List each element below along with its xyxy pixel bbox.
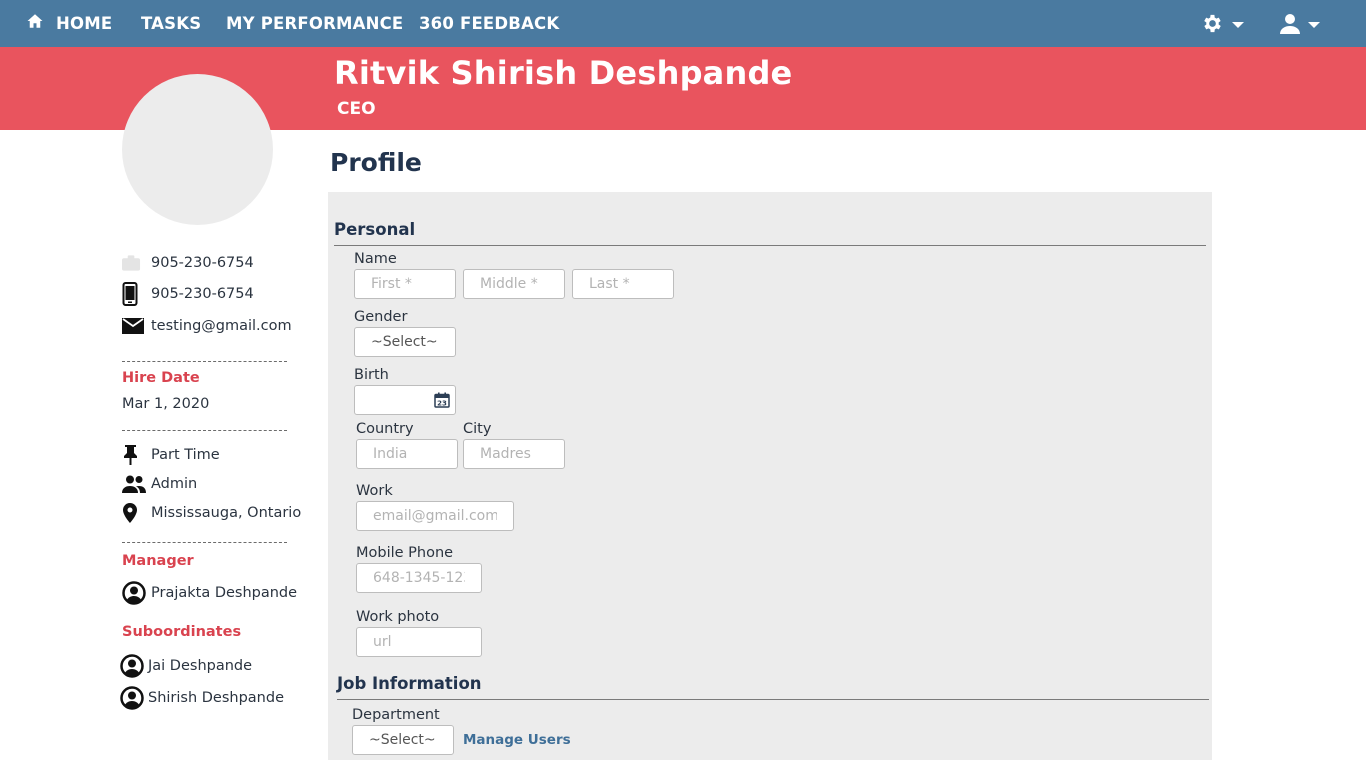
gender-select[interactable]: ~Select~ <box>354 327 456 357</box>
account-circle-icon <box>120 654 144 678</box>
employee-title: CEO <box>337 99 376 119</box>
work-email-label: Work <box>356 483 393 499</box>
mail-icon <box>122 318 144 334</box>
subordinate-row[interactable]: Jai Deshpande <box>120 654 252 678</box>
subordinate-name[interactable]: Shirish Deshpande <box>148 690 284 706</box>
chevron-down-icon <box>1308 22 1320 28</box>
mobile-phone-label: Mobile Phone <box>356 545 454 561</box>
page-title: Profile <box>330 148 422 177</box>
work-photo-label: Work photo <box>356 609 440 625</box>
top-nav: HOME TASKS MY PERFORMANCE 360 FEEDBACK <box>0 0 1366 47</box>
role-row: Admin <box>122 472 197 496</box>
subordinate-row[interactable]: Shirish Deshpande <box>120 686 284 710</box>
middle-name-input[interactable] <box>463 269 565 299</box>
mobile-phone-input[interactable] <box>356 563 482 593</box>
name-label: Name <box>354 251 397 267</box>
nav-home[interactable]: HOME <box>56 0 112 47</box>
gender-label: Gender <box>354 309 408 325</box>
location-pin-icon <box>123 503 137 523</box>
nav-tasks[interactable]: TASKS <box>141 0 201 47</box>
divider <box>122 430 287 431</box>
divider <box>122 361 287 362</box>
svg-text:23: 23 <box>437 400 447 408</box>
employment-type-row: Part Time <box>122 443 220 467</box>
email-row: testing@gmail.com <box>122 314 292 338</box>
location-row: Mississauga, Ontario <box>122 501 301 525</box>
account-circle-icon <box>122 581 146 605</box>
department-label: Department <box>352 707 440 723</box>
work-phone: 905-230-6754 <box>151 255 254 271</box>
job-section-heading: Job Information <box>337 674 482 693</box>
manager-name[interactable]: Prajakta Deshpande <box>151 585 297 601</box>
pin-icon <box>124 445 137 465</box>
birth-label: Birth <box>354 367 389 383</box>
home-icon[interactable] <box>26 12 44 30</box>
mobile-phone-icon <box>122 282 138 306</box>
manager-label: Manager <box>122 553 194 569</box>
location: Mississauga, Ontario <box>151 505 302 521</box>
chevron-down-icon <box>1232 22 1244 28</box>
divider <box>337 699 1209 700</box>
city-label: City <box>463 421 492 437</box>
divider <box>334 245 1206 246</box>
account-circle-icon <box>120 686 144 710</box>
last-name-input[interactable] <box>572 269 674 299</box>
country-label: Country <box>356 421 414 437</box>
role: Admin <box>151 476 198 492</box>
profile-form: Personal Name Gender ~Select~ Birth 23 C… <box>328 192 1212 760</box>
department-select[interactable]: ~Select~ <box>352 725 454 755</box>
mobile-phone-row: 905-230-6754 <box>122 282 254 306</box>
divider <box>122 542 287 543</box>
work-phone-row: 905-230-6754 <box>122 251 254 275</box>
employment-type: Part Time <box>151 447 220 463</box>
work-email-input[interactable] <box>356 501 514 531</box>
email[interactable]: testing@gmail.com <box>151 318 292 334</box>
work-photo-input[interactable] <box>356 627 482 657</box>
mobile-phone: 905-230-6754 <box>151 286 254 302</box>
avatar[interactable] <box>122 74 273 225</box>
country-input[interactable] <box>356 439 458 469</box>
gear-icon <box>1204 14 1221 33</box>
hire-date-label: Hire Date <box>122 370 200 386</box>
first-name-input[interactable] <box>354 269 456 299</box>
subordinates-label: Suboordinates <box>122 624 242 640</box>
nav-360-feedback[interactable]: 360 FEEDBACK <box>419 0 559 47</box>
manage-users-link[interactable]: Manage Users <box>463 732 571 748</box>
user-menu[interactable] <box>1278 12 1320 40</box>
group-icon <box>122 475 146 493</box>
manager-row[interactable]: Prajakta Deshpande <box>122 581 297 605</box>
employee-name: Ritvik Shirish Deshpande <box>334 54 793 92</box>
hire-date: Mar 1, 2020 <box>122 396 210 412</box>
briefcase-icon <box>122 255 141 271</box>
city-input[interactable] <box>463 439 565 469</box>
subordinate-name[interactable]: Jai Deshpande <box>148 658 252 674</box>
user-icon <box>1280 14 1300 34</box>
nav-my-performance[interactable]: MY PERFORMANCE <box>226 0 403 47</box>
calendar-icon[interactable]: 23 <box>434 392 450 408</box>
birth-date-input[interactable]: 23 <box>354 385 456 415</box>
settings-menu[interactable] <box>1201 12 1244 39</box>
personal-section-heading: Personal <box>334 220 416 239</box>
